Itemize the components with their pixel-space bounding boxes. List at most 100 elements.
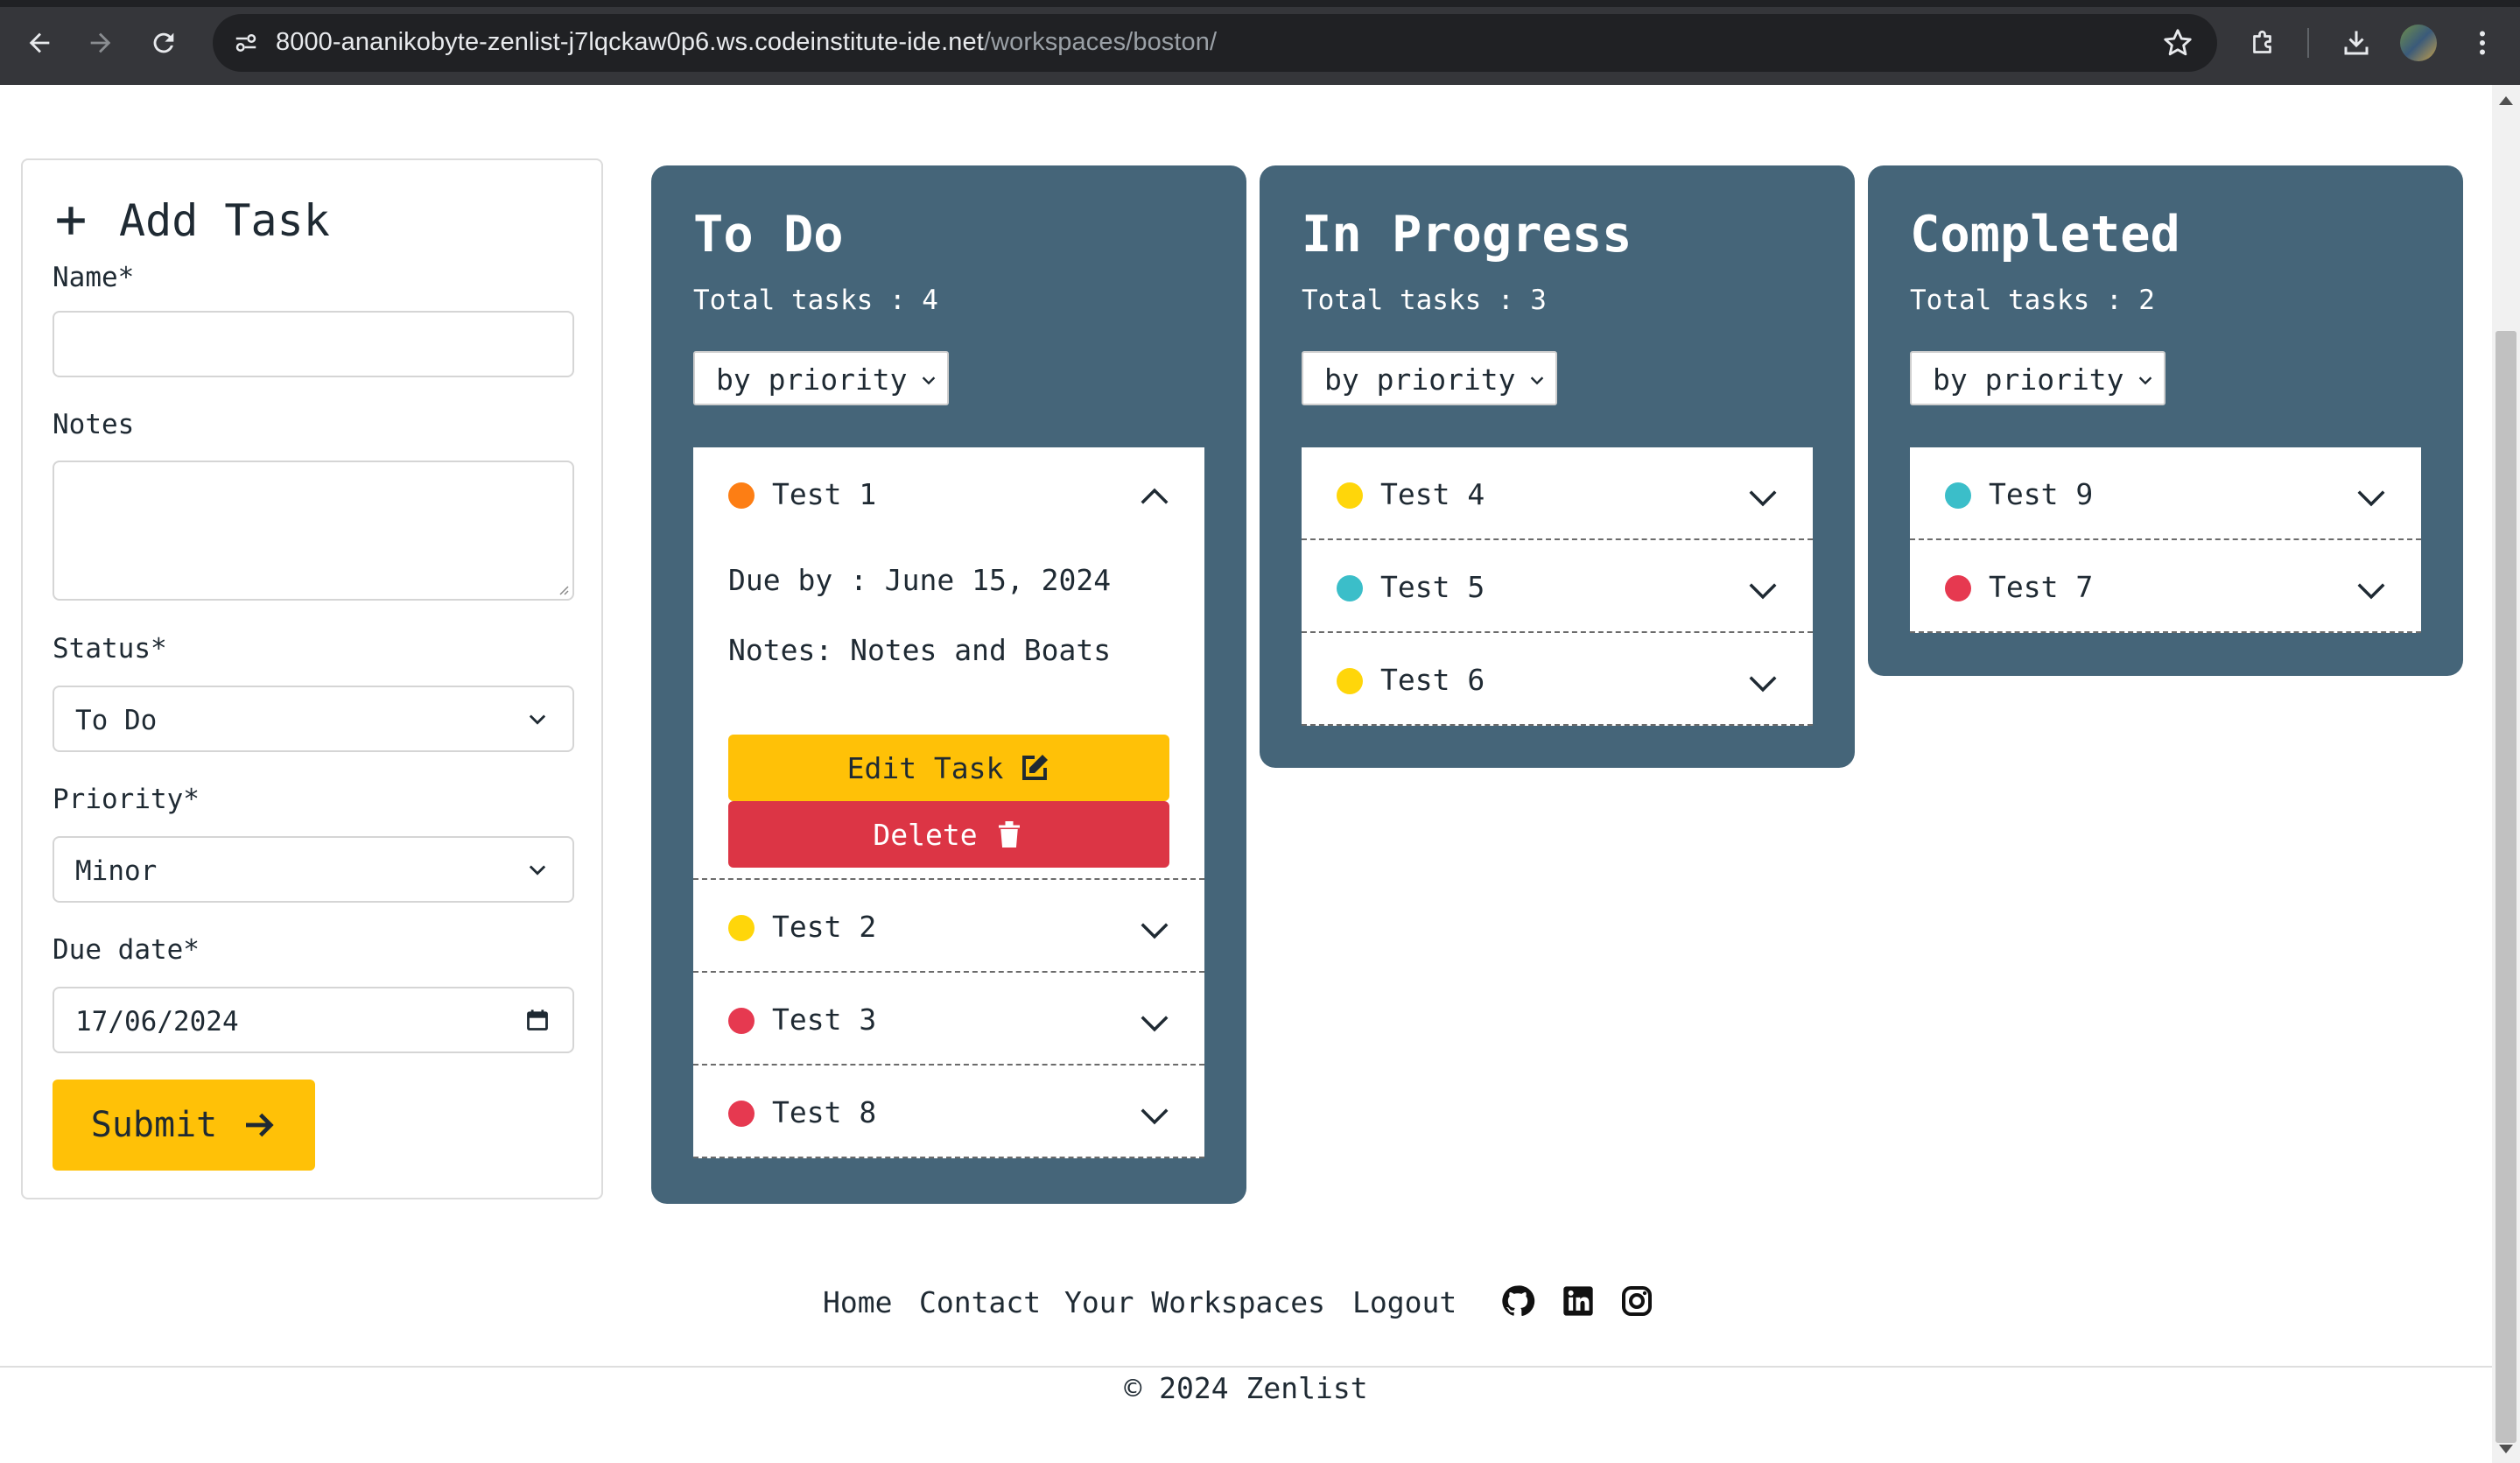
column-total-tasks: Total tasks : 3 bbox=[1302, 285, 1547, 316]
priority-dot-icon bbox=[1945, 482, 1971, 509]
chevron-down-icon[interactable] bbox=[1138, 1099, 1171, 1132]
footer-link-home[interactable]: Home bbox=[823, 1285, 892, 1319]
chevron-down-icon[interactable] bbox=[2355, 573, 2388, 607]
priority-dot-icon bbox=[728, 1008, 755, 1034]
task-name: Test 9 bbox=[1989, 477, 2094, 511]
scroll-up-arrow-icon[interactable] bbox=[2499, 96, 2513, 105]
plus-icon bbox=[57, 207, 85, 235]
task-item[interactable]: Test 3 bbox=[693, 973, 1204, 1066]
sort-select[interactable]: by priority bbox=[693, 351, 949, 405]
task-list: Test 4 Test 5 Test 6 bbox=[1302, 447, 1813, 726]
submit-button[interactable]: Submit bbox=[53, 1080, 315, 1171]
chevron-down-icon bbox=[2138, 376, 2152, 385]
task-name: Test 3 bbox=[772, 1002, 877, 1037]
task-header[interactable]: Test 1 bbox=[693, 447, 1204, 538]
edit-task-label: Edit Task bbox=[846, 750, 1004, 785]
notes-label: Notes bbox=[53, 409, 135, 440]
puzzle-icon bbox=[2253, 30, 2271, 53]
bookmark-star-icon[interactable] bbox=[2161, 26, 2194, 60]
delete-task-button[interactable]: Delete bbox=[728, 801, 1169, 868]
site-info-icon[interactable] bbox=[228, 25, 263, 60]
forward-button[interactable] bbox=[81, 23, 121, 63]
task-name: Test 5 bbox=[1380, 570, 1485, 604]
column-title: To Do bbox=[693, 206, 844, 264]
address-bar[interactable]: 8000-ananikobyte-zenlist-j7lqckaw0p6.ws.… bbox=[213, 14, 2217, 72]
name-label: Name* bbox=[53, 262, 135, 293]
linkedin-icon[interactable] bbox=[1561, 1284, 1596, 1319]
task-name: Test 7 bbox=[1989, 570, 2094, 604]
chevron-down-icon[interactable] bbox=[2355, 481, 2388, 514]
priority-dot-icon bbox=[1945, 575, 1971, 601]
chevron-down-icon bbox=[529, 714, 546, 725]
task-list: Test 9 Test 7 bbox=[1910, 447, 2421, 633]
form-title: Add Task bbox=[53, 195, 330, 246]
priority-dot-icon bbox=[1337, 668, 1363, 694]
trash-icon bbox=[998, 821, 1020, 848]
task-item[interactable]: Test 2 bbox=[693, 880, 1204, 973]
downloads-button[interactable] bbox=[2335, 22, 2377, 64]
status-label: Status* bbox=[53, 633, 167, 665]
column-to-do: To Do Total tasks : 4 by priority Test 1… bbox=[651, 165, 1246, 1204]
chevron-down-icon[interactable] bbox=[1746, 666, 1779, 700]
priority-select[interactable]: Minor bbox=[53, 836, 574, 903]
task-name: Test 6 bbox=[1380, 663, 1485, 697]
calendar-icon[interactable] bbox=[525, 1008, 550, 1032]
priority-dot-icon bbox=[1337, 575, 1363, 601]
reload-button[interactable] bbox=[144, 23, 184, 63]
task-notes: Notes: Notes and Boats bbox=[728, 633, 1112, 667]
footer-divider bbox=[0, 1366, 2492, 1368]
due-date-label: Due date* bbox=[53, 934, 200, 966]
url-text: 8000-ananikobyte-zenlist-j7lqckaw0p6.ws.… bbox=[276, 28, 1218, 56]
column-title: Completed bbox=[1910, 206, 2180, 264]
resize-handle-icon[interactable] bbox=[555, 581, 569, 595]
column-total-tasks: Total tasks : 2 bbox=[1910, 285, 2155, 316]
task-name: Test 4 bbox=[1380, 477, 1485, 511]
edit-task-button[interactable]: Edit Task bbox=[728, 735, 1169, 801]
chevron-down-icon[interactable] bbox=[1746, 573, 1779, 607]
chevron-down-icon[interactable] bbox=[1746, 481, 1779, 514]
copyright-text: © 2024 Zenlist bbox=[1124, 1371, 1368, 1405]
arrow-left-icon bbox=[29, 32, 50, 53]
github-icon[interactable] bbox=[1500, 1284, 1535, 1319]
arrow-right-icon bbox=[246, 1113, 274, 1137]
toolbar-divider bbox=[2307, 28, 2309, 58]
name-input[interactable] bbox=[53, 311, 574, 377]
extensions-button[interactable] bbox=[2243, 22, 2285, 64]
task-item[interactable]: Test 6 bbox=[1302, 633, 1813, 726]
scrollbar-thumb[interactable] bbox=[2495, 331, 2516, 1443]
footer-link-contact[interactable]: Contact bbox=[919, 1285, 1041, 1319]
chevron-up-icon[interactable] bbox=[1138, 481, 1171, 514]
column-in-progress: In Progress Total tasks : 3 by priority … bbox=[1260, 165, 1855, 768]
footer-nav: Home Contact Your Workspaces Logout bbox=[0, 1285, 2492, 1320]
chevron-down-icon[interactable] bbox=[1138, 913, 1171, 946]
task-item[interactable]: Test 9 bbox=[1910, 447, 2421, 540]
task-name: Test 2 bbox=[772, 910, 877, 944]
task-name: Test 1 bbox=[772, 477, 877, 511]
priority-dot-icon bbox=[728, 1101, 755, 1127]
kebab-menu-icon bbox=[2480, 31, 2485, 55]
status-select[interactable]: To Do bbox=[53, 686, 574, 752]
priority-label: Priority* bbox=[53, 784, 200, 815]
chevron-down-icon bbox=[529, 865, 546, 876]
instagram-icon[interactable] bbox=[1619, 1284, 1654, 1319]
browser-menu-button[interactable] bbox=[2461, 22, 2503, 64]
priority-dot-icon bbox=[728, 915, 755, 941]
task-item[interactable]: Test 5 bbox=[1302, 540, 1813, 633]
column-completed: Completed Total tasks : 2 by priority Te… bbox=[1868, 165, 2463, 676]
footer-link-logout[interactable]: Logout bbox=[1352, 1285, 1457, 1319]
tab-strip bbox=[0, 0, 2520, 7]
column-total-tasks: Total tasks : 4 bbox=[693, 285, 938, 316]
task-item[interactable]: Test 4 bbox=[1302, 447, 1813, 540]
profile-avatar[interactable] bbox=[2400, 25, 2437, 61]
task-item[interactable]: Test 8 bbox=[693, 1066, 1204, 1158]
back-button[interactable] bbox=[19, 23, 60, 63]
due-date-input[interactable]: 17/06/2024 bbox=[53, 987, 574, 1053]
scroll-down-arrow-icon[interactable] bbox=[2499, 1445, 2513, 1453]
sort-select[interactable]: by priority bbox=[1302, 351, 1557, 405]
sort-select[interactable]: by priority bbox=[1910, 351, 2166, 405]
chevron-down-icon[interactable] bbox=[1138, 1006, 1171, 1039]
footer-link-workspaces[interactable]: Your Workspaces bbox=[1064, 1285, 1325, 1319]
task-item[interactable]: Test 7 bbox=[1910, 540, 2421, 633]
reload-icon bbox=[153, 32, 174, 53]
notes-textarea[interactable] bbox=[53, 461, 574, 601]
